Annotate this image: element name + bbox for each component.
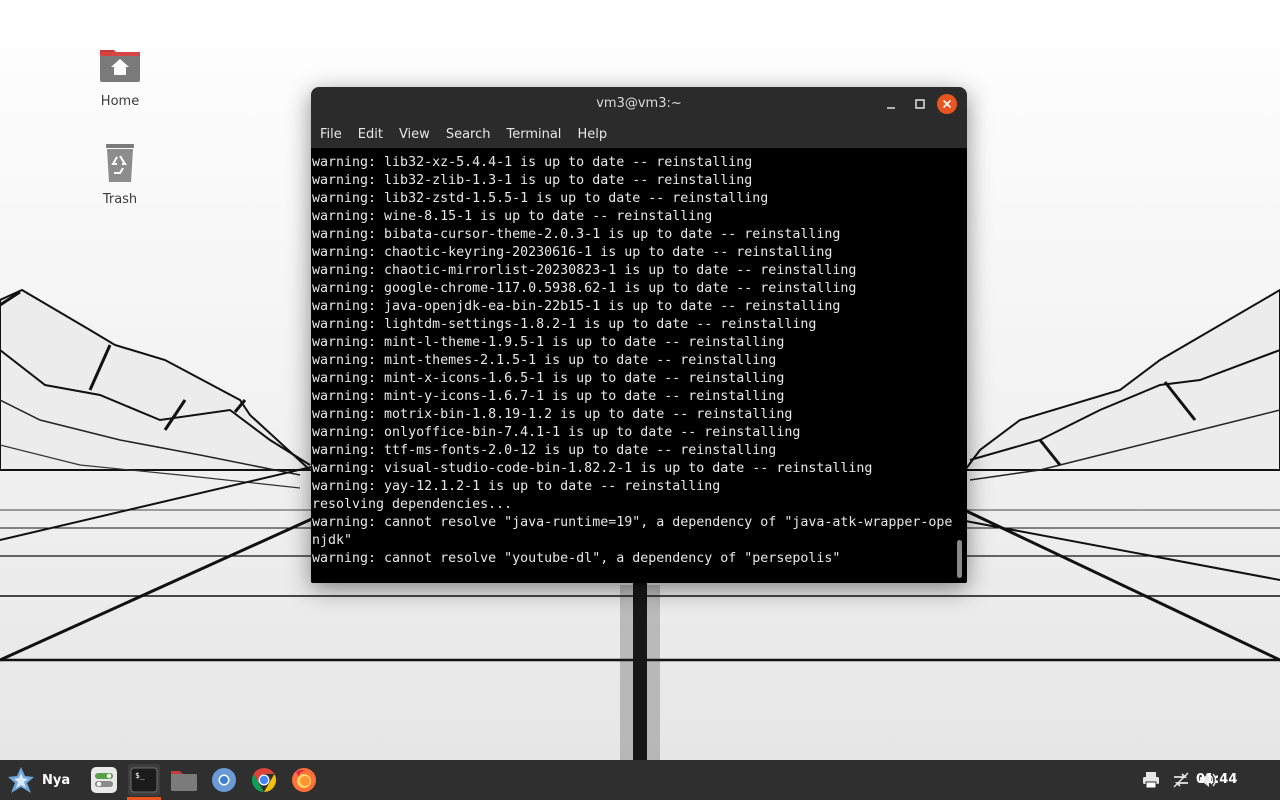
home-icon-label: Home <box>100 94 140 109</box>
terminal-output[interactable]: warning: lib32-xz-5.4.4-1 is up to date … <box>311 148 953 583</box>
terminal-line: resolving dependencies... <box>312 497 513 512</box>
terminal-line: warning: chaotic-keyring-20230616-1 is u… <box>312 245 833 260</box>
terminal-line: warning: wine-8.15-1 is up to date -- re… <box>312 209 713 224</box>
terminal-line: warning: cannot resolve "java-runtime=19… <box>312 515 953 548</box>
menu-view[interactable]: View <box>390 127 437 142</box>
terminal-line: warning: google-chrome-117.0.5938.62-1 i… <box>312 281 857 296</box>
terminal-icon: $_ <box>130 767 158 793</box>
terminal-line: warning: java-openjdk-ea-bin-22b15-1 is … <box>312 299 841 314</box>
terminal-line: warning: mint-y-icons-1.6.7-1 is up to d… <box>312 389 785 404</box>
terminal-line: warning: lib32-zstd-1.5.5-1 is up to dat… <box>312 191 769 206</box>
trash-icon-label: Trash <box>102 192 138 207</box>
terminal-line: warning: lib32-zlib-1.3-1 is up to date … <box>312 173 753 188</box>
terminal-line: warning: yay-12.1.2-1 is up to date -- r… <box>312 479 721 494</box>
taskbar-app-firefox[interactable] <box>288 764 320 796</box>
taskbar-app-files[interactable] <box>168 764 200 796</box>
menu-file[interactable]: File <box>311 127 349 142</box>
minimize-button[interactable] <box>881 94 901 114</box>
settings-toggle-icon <box>91 767 117 793</box>
terminal-line: warning: mint-themes-2.1.5-1 is up to da… <box>312 353 777 368</box>
taskbar-app-terminal[interactable]: $_ <box>128 764 160 796</box>
window-title: vm3@vm3:~ <box>596 96 682 111</box>
desktop-icon-trash[interactable]: Trash <box>75 140 165 207</box>
chromium-icon <box>212 768 236 792</box>
terminal-line: warning: ttf-ms-fonts-2.0-12 is up to da… <box>312 443 777 458</box>
menu-help[interactable]: Help <box>568 127 614 142</box>
terminal-line: warning: bibata-cursor-theme-2.0.3-1 is … <box>312 227 841 242</box>
terminal-text: warning: lib32-xz-5.4.4-1 is up to date … <box>311 148 953 568</box>
taskbar-app-chrome[interactable] <box>248 764 280 796</box>
terminal-line: warning: onlyoffice-bin-7.4.1-1 is up to… <box>312 425 801 440</box>
start-menu-label: Nya <box>42 772 71 788</box>
terminal-menubar: File Edit View Search Terminal Help <box>311 121 967 147</box>
taskbar-clock[interactable]: 01:44 <box>1196 760 1237 800</box>
terminal-scrollbar[interactable] <box>953 148 967 583</box>
desktop-icon-home[interactable]: Home <box>75 42 165 109</box>
printer-icon[interactable] <box>1141 770 1161 790</box>
svg-text:$_: $_ <box>135 771 145 780</box>
terminal-line: warning: motrix-bin-1.8.19-1.2 is up to … <box>312 407 793 422</box>
start-menu-button[interactable]: Nya <box>0 760 74 800</box>
scrollbar-thumb[interactable] <box>957 540 962 578</box>
menu-terminal[interactable]: Terminal <box>497 127 568 142</box>
window-titlebar[interactable]: vm3@vm3:~ <box>311 87 967 121</box>
terminal-line: warning: lib32-xz-5.4.4-1 is up to date … <box>312 155 753 170</box>
app-menu-icon <box>8 767 34 793</box>
trash-icon <box>96 140 144 188</box>
minimize-icon <box>887 107 895 109</box>
terminal-line: warning: chaotic-mirrorlist-20230823-1 i… <box>312 263 857 278</box>
close-icon <box>942 99 952 109</box>
taskbar-app-chromium[interactable] <box>208 764 240 796</box>
close-button[interactable] <box>937 94 957 114</box>
folder-icon <box>171 771 197 791</box>
maximize-button[interactable] <box>910 94 930 114</box>
home-folder-icon <box>96 42 144 90</box>
terminal-line: warning: mint-x-icons-1.6.5-1 is up to d… <box>312 371 785 386</box>
terminal-line: warning: lightdm-settings-1.8.2-1 is up … <box>312 317 817 332</box>
terminal-line: warning: mint-l-theme-1.9.5-1 is up to d… <box>312 335 785 350</box>
chrome-icon <box>251 768 277 792</box>
terminal-line: warning: cannot resolve "youtube-dl", a … <box>312 551 841 566</box>
terminal-window[interactable]: vm3@vm3:~ File Edit View Search Terminal… <box>311 87 967 583</box>
maximize-icon <box>915 99 925 109</box>
menu-search[interactable]: Search <box>437 127 498 142</box>
taskbar-app-settings[interactable] <box>88 764 120 796</box>
terminal-line: warning: visual-studio-code-bin-1.82.2-1… <box>312 461 873 476</box>
firefox-icon <box>292 768 316 792</box>
network-icon[interactable] <box>1171 770 1191 790</box>
taskbar: Nya $_ 01:44 <box>0 760 1280 800</box>
menu-edit[interactable]: Edit <box>349 127 390 142</box>
